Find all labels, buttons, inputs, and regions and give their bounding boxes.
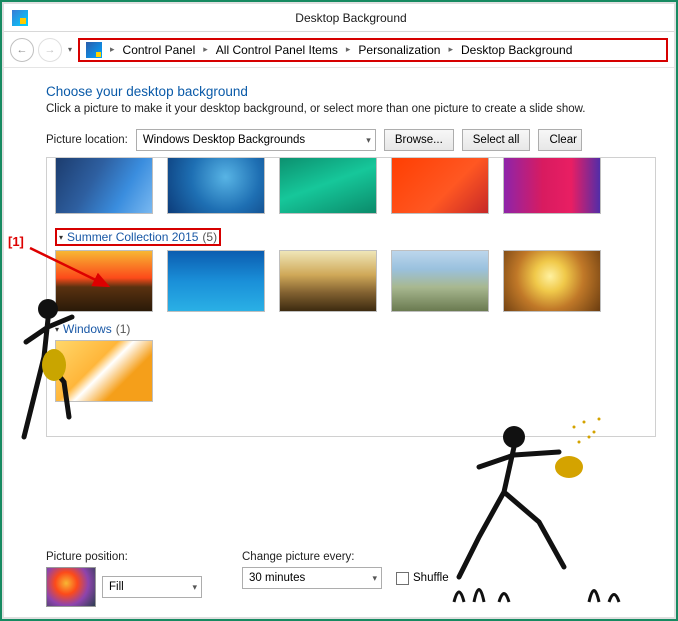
breadcrumb-item[interactable]: Personalization (354, 41, 444, 59)
footer-controls: Picture position: Fill Change picture ev… (46, 551, 674, 607)
breadcrumb-item[interactable]: Control Panel (119, 41, 200, 59)
group-count: (5) (202, 230, 217, 244)
wallpaper-thumb[interactable] (167, 250, 265, 312)
forward-button[interactable]: → (38, 38, 62, 62)
chevron-right-icon: ▸ (342, 44, 355, 55)
group-name: Windows (63, 322, 112, 336)
nav-bar: ← → ▾ ▸ Control Panel ▸ All Control Pane… (4, 32, 674, 68)
group-header-summer[interactable]: ▾ Summer Collection 2015 (5) (59, 230, 217, 244)
change-interval-value: 30 minutes (249, 572, 305, 584)
wallpaper-thumb[interactable]: ✔ (167, 157, 265, 214)
group-count: (1) (116, 322, 131, 336)
annotation-highlight: ▾ Summer Collection 2015 (5) (55, 228, 221, 246)
change-group: Change picture every: 30 minutes Shuffle (242, 551, 449, 589)
wallpaper-thumb[interactable] (55, 340, 153, 402)
shuffle-label: Shuffle (413, 572, 449, 584)
breadcrumb-item[interactable]: All Control Panel Items (212, 41, 342, 59)
chevron-right-icon: ▸ (199, 44, 212, 55)
wallpaper-thumb[interactable]: ✔ (503, 157, 601, 214)
thumb-row: ✔ ✔ ✔ ✔ ✔ (55, 157, 647, 214)
chevron-right-icon: ▸ (444, 44, 457, 55)
wallpaper-thumb[interactable] (55, 250, 153, 312)
control-panel-icon (86, 42, 102, 58)
back-button[interactable]: ← (10, 38, 34, 62)
checkbox-icon (396, 572, 409, 585)
history-dropdown[interactable]: ▾ (66, 45, 74, 54)
browse-button[interactable]: Browse... (384, 129, 454, 151)
picture-list[interactable]: ▾ Lines and colors (7) ✔ ✔ ✔ ✔ ✔ ▾ Summe… (46, 157, 656, 437)
breadcrumb-item[interactable]: Desktop Background (457, 41, 576, 59)
position-group: Picture position: Fill (46, 551, 202, 607)
app-icon (12, 10, 28, 26)
wallpaper-thumb[interactable] (391, 250, 489, 312)
wallpaper-thumb[interactable]: ✔ (279, 157, 377, 214)
collapse-icon: ▾ (59, 233, 63, 242)
wallpaper-thumb[interactable]: ✔ (55, 157, 153, 214)
wallpaper-thumb[interactable] (503, 250, 601, 312)
group-name: Summer Collection 2015 (67, 230, 198, 244)
collapse-icon: ▾ (55, 325, 59, 334)
position-select[interactable]: Fill (102, 576, 202, 598)
annotation-marker: [1] (8, 234, 24, 249)
position-preview (46, 567, 96, 607)
clear-all-button[interactable]: Clear (538, 129, 581, 151)
content-area: Choose your desktop background Click a p… (4, 68, 674, 617)
position-value: Fill (109, 581, 124, 593)
group-header-windows[interactable]: ▾ Windows (1) (55, 322, 647, 336)
window-title: Desktop Background (28, 11, 674, 25)
wallpaper-thumb[interactable] (279, 250, 377, 312)
picture-location-select[interactable]: Windows Desktop Backgrounds (136, 129, 376, 151)
picture-location-value: Windows Desktop Backgrounds (143, 134, 305, 146)
title-bar: Desktop Background (4, 4, 674, 32)
chevron-right-icon: ▸ (106, 44, 119, 55)
wallpaper-thumb[interactable]: ✔ (391, 157, 489, 214)
breadcrumb[interactable]: ▸ Control Panel ▸ All Control Panel Item… (78, 38, 668, 62)
select-all-button[interactable]: Select all (462, 129, 531, 151)
change-interval-select[interactable]: 30 minutes (242, 567, 382, 589)
position-label: Picture position: (46, 551, 202, 563)
page-title: Choose your desktop background (46, 84, 656, 99)
picture-location-label: Picture location: (46, 134, 128, 146)
change-label: Change picture every: (242, 551, 449, 563)
thumb-row (55, 340, 647, 402)
shuffle-checkbox[interactable]: Shuffle (396, 572, 449, 585)
picture-location-row: Picture location: Windows Desktop Backgr… (46, 129, 656, 151)
page-subtitle: Click a picture to make it your desktop … (46, 103, 656, 115)
thumb-row (55, 250, 647, 312)
